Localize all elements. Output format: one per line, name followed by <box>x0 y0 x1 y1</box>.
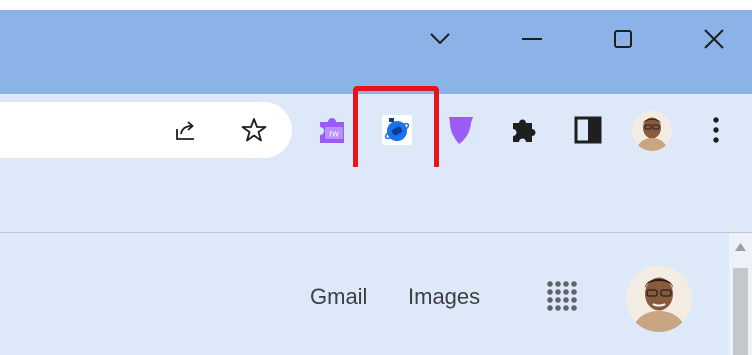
account-avatar[interactable] <box>626 266 692 332</box>
address-bar[interactable] <box>0 102 292 158</box>
maximize-icon[interactable] <box>606 22 640 56</box>
browser-window: rw Gmail Images <box>0 0 752 355</box>
more-menu-icon[interactable] <box>698 112 734 148</box>
images-link[interactable]: Images <box>408 284 480 310</box>
bookmark-star-icon[interactable] <box>240 116 268 144</box>
window-edge <box>0 0 752 10</box>
tab-search-chevron-down-icon[interactable] <box>423 22 457 56</box>
rw-extension-icon[interactable]: rw <box>315 112 351 148</box>
rw-extension-label: rw <box>329 129 339 139</box>
extensions-puzzle-icon[interactable] <box>506 112 542 148</box>
google-apps-icon[interactable] <box>545 279 581 315</box>
minimize-icon[interactable] <box>515 22 549 56</box>
profile-avatar[interactable] <box>632 111 672 151</box>
gmail-link[interactable]: Gmail <box>310 284 367 310</box>
bookmarks-bar <box>0 167 752 233</box>
share-icon[interactable] <box>172 116 200 144</box>
scroll-up-arrow-icon[interactable] <box>733 240 748 254</box>
purple-shield-extension-icon[interactable] <box>443 112 479 148</box>
scrollbar-thumb[interactable] <box>733 268 748 355</box>
highlighted-extension-icon[interactable] <box>379 112 415 148</box>
side-panel-icon[interactable] <box>570 112 606 148</box>
close-icon[interactable] <box>697 22 731 56</box>
